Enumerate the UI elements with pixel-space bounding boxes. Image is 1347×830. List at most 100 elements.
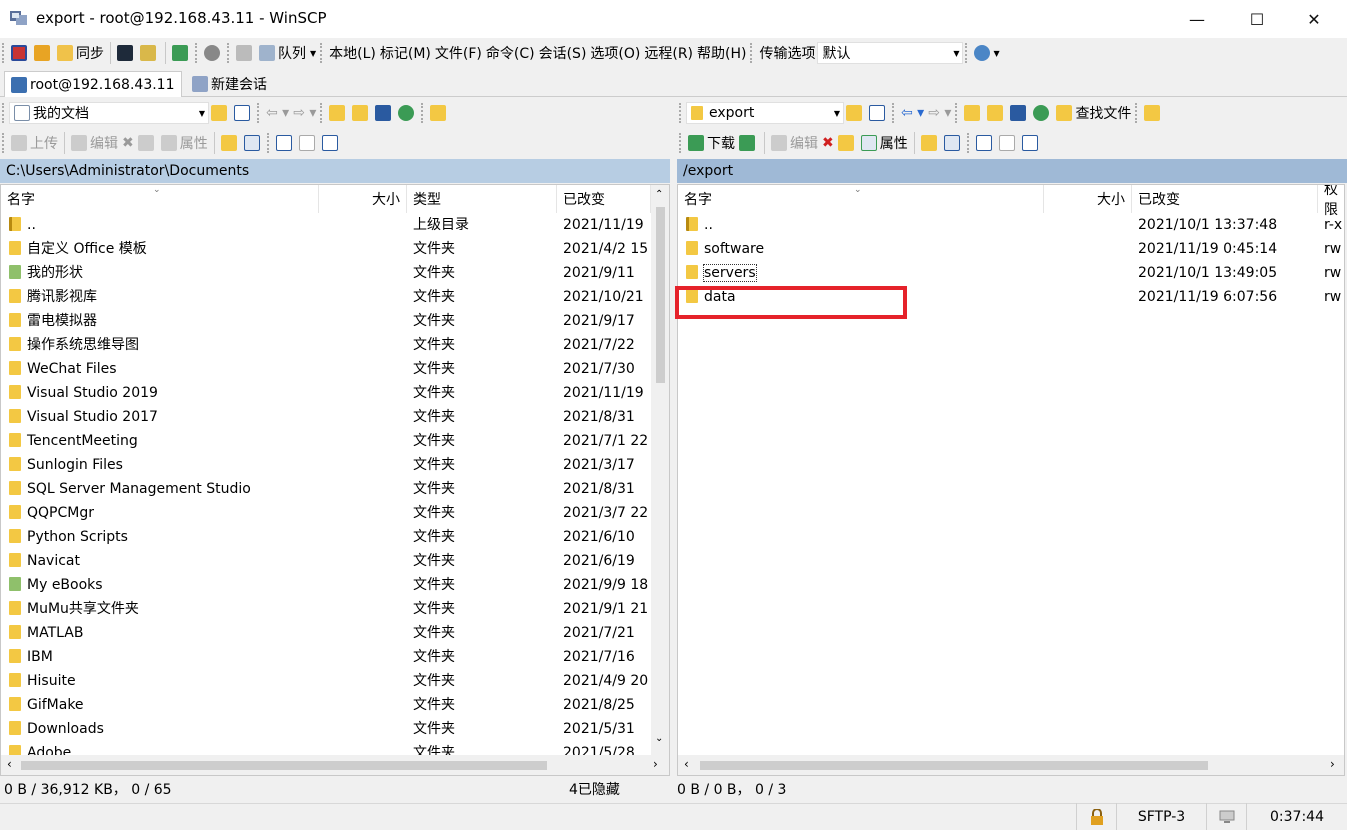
right-open-folder-button[interactable] <box>844 101 867 125</box>
menu-options[interactable]: 选项(O) <box>588 41 642 65</box>
table-row[interactable]: Python Scripts 文件夹 2021/6/10 <box>1 525 651 549</box>
left-col-type[interactable]: 类型 <box>407 185 557 213</box>
right-filter-select-button[interactable] <box>1020 131 1043 155</box>
local-browser-button[interactable] <box>9 41 32 65</box>
table-row[interactable]: GifMake 文件夹 2021/8/25 <box>1 693 651 717</box>
left-file-panel[interactable]: 名字 ⌄ 大小 类型 已改变 .. 上级目录 2021/11/19 自定义 Office… <box>0 184 670 776</box>
menu-local[interactable]: 本地(L) <box>327 41 378 65</box>
right-forward-button[interactable]: ⇨ ▾ <box>926 101 953 125</box>
right-col-changed[interactable]: 已改变 <box>1132 185 1318 213</box>
menu-help[interactable]: 帮助(H) <box>695 41 748 65</box>
download-button[interactable]: 下载 <box>686 131 737 155</box>
transfer-preset-select[interactable]: 默认 ▼ <box>817 42 964 64</box>
menu-session[interactable]: 会话(S) <box>537 41 589 65</box>
right-edit-button[interactable]: 编辑 <box>769 131 820 155</box>
right-new-folder-button[interactable] <box>919 131 942 155</box>
table-row[interactable]: 我的形状 文件夹 2021/9/11 <box>1 261 651 285</box>
left-root-dir-button[interactable] <box>350 101 373 125</box>
table-row[interactable]: software 2021/11/19 0:45:14 rw <box>678 237 1344 261</box>
table-row[interactable]: .. 2021/10/1 13:37:48 r-x <box>678 213 1344 237</box>
right-path-bar[interactable]: /export <box>677 159 1347 183</box>
right-horizontal-scrollbar[interactable]: ‹ › <box>678 755 1344 775</box>
table-row[interactable]: 雷电模拟器 文件夹 2021/9/17 <box>1 309 651 333</box>
queue-button[interactable]: 队列 ▼ <box>257 41 318 65</box>
left-filter-select-button[interactable] <box>320 131 343 155</box>
right-parent-dir-button[interactable] <box>962 101 985 125</box>
global-button[interactable]: ▼ <box>972 41 1001 65</box>
table-row[interactable]: WeChat Files 文件夹 2021/7/30 <box>1 357 651 381</box>
table-row[interactable]: Sunlogin Files 文件夹 2021/3/17 <box>1 453 651 477</box>
table-row[interactable]: Downloads 文件夹 2021/5/31 <box>1 717 651 741</box>
right-refresh-button[interactable] <box>1031 101 1054 125</box>
right-new-file-button[interactable] <box>942 131 965 155</box>
queue-list-button[interactable] <box>234 41 257 65</box>
left-col-size[interactable]: 大小 <box>319 185 407 213</box>
sync-button[interactable]: 同步 <box>55 41 106 65</box>
menu-mark[interactable]: 标记(M) <box>378 41 433 65</box>
left-col-changed[interactable]: 已改变 <box>557 185 651 213</box>
left-new-folder-button[interactable] <box>219 131 242 155</box>
table-row[interactable]: IBM 文件夹 2021/7/16 <box>1 645 651 669</box>
left-open-folder-button[interactable] <box>209 101 232 125</box>
table-row[interactable]: SQL Server Management Studio 文件夹 2021/8/31 <box>1 477 651 501</box>
table-row[interactable]: MATLAB 文件夹 2021/7/21 <box>1 621 651 645</box>
table-row[interactable]: MuMu共享文件夹 文件夹 2021/9/1 21 <box>1 597 651 621</box>
left-vscroll-thumb[interactable] <box>656 207 665 383</box>
right-tree-button[interactable] <box>1142 101 1165 125</box>
left-tree-button[interactable] <box>428 101 451 125</box>
table-row[interactable]: QQPCMgr 文件夹 2021/3/7 22 <box>1 501 651 525</box>
left-properties-button[interactable]: 属性 <box>159 131 210 155</box>
left-parent-dir-button[interactable] <box>327 101 350 125</box>
left-hscroll-thumb[interactable] <box>21 761 547 770</box>
tab-new-session[interactable]: 新建会话 <box>186 71 273 97</box>
table-row[interactable]: 自定义 Office 模板 文件夹 2021/4/2 15 <box>1 237 651 261</box>
menu-remote[interactable]: 远程(R) <box>642 41 695 65</box>
left-filter-button[interactable] <box>232 101 255 125</box>
right-back-button[interactable]: ⇦ ▾ <box>899 101 926 125</box>
close-button[interactable]: ✕ <box>1291 0 1337 38</box>
right-rename-button[interactable] <box>836 131 859 155</box>
table-row[interactable]: TencentMeeting 文件夹 2021/7/1 22 <box>1 429 651 453</box>
right-col-size[interactable]: 大小 <box>1044 185 1132 213</box>
menu-commands[interactable]: 命令(C) <box>484 41 537 65</box>
right-unselect-button[interactable] <box>997 131 1020 155</box>
table-row[interactable]: Visual Studio 2019 文件夹 2021/11/19 <box>1 381 651 405</box>
right-root-dir-button[interactable] <box>985 101 1008 125</box>
compare-button[interactable] <box>32 41 55 65</box>
terminal-button[interactable] <box>115 41 138 65</box>
left-location-select[interactable]: 我的文档 ▼ <box>9 102 209 124</box>
menu-files[interactable]: 文件(F) <box>433 41 484 65</box>
table-row[interactable]: My eBooks 文件夹 2021/9/9 18 <box>1 573 651 597</box>
left-home-button[interactable] <box>373 101 396 125</box>
find-files-button[interactable]: 查找文件 <box>1054 101 1133 125</box>
preferences-button[interactable] <box>202 41 225 65</box>
table-row[interactable]: 腾讯影视库 文件夹 2021/10/21 <box>1 285 651 309</box>
left-horizontal-scrollbar[interactable]: ‹ › <box>1 755 669 775</box>
right-select-all-button[interactable] <box>974 131 997 155</box>
left-refresh-button[interactable] <box>396 101 419 125</box>
putty-button[interactable] <box>138 41 161 65</box>
left-unselect-button[interactable] <box>297 131 320 155</box>
right-location-select[interactable]: export ▼ <box>686 102 844 124</box>
right-properties-button[interactable]: 属性 <box>859 131 910 155</box>
left-rename-button[interactable] <box>136 131 159 155</box>
right-delete-button[interactable]: ✖ <box>820 131 836 155</box>
right-home-button[interactable] <box>1008 101 1031 125</box>
left-path-bar[interactable]: C:\Users\Administrator\Documents <box>0 159 670 183</box>
tab-session[interactable]: root@192.168.43.11 <box>4 71 182 97</box>
table-row[interactable]: Hisuite 文件夹 2021/4/9 20 <box>1 669 651 693</box>
right-filter-button[interactable] <box>867 101 890 125</box>
minimize-button[interactable]: — <box>1174 0 1220 38</box>
left-delete-button[interactable]: ✖ <box>120 131 136 155</box>
table-row[interactable]: Visual Studio 2017 文件夹 2021/8/31 <box>1 405 651 429</box>
right-col-rights[interactable]: 权限 <box>1318 185 1344 218</box>
left-back-button[interactable]: ⇦ ▾ <box>264 101 291 125</box>
right-hscroll-thumb[interactable] <box>700 761 1208 770</box>
upload-button[interactable]: 上传 <box>9 131 60 155</box>
table-row[interactable]: .. 上级目录 2021/11/19 <box>1 213 651 237</box>
left-edit-button[interactable]: 编辑 <box>69 131 120 155</box>
table-row[interactable]: servers 2021/10/1 13:49:05 rw <box>678 261 1344 285</box>
right-col-name[interactable]: 名字 ⌄ <box>678 185 1044 213</box>
left-col-name[interactable]: 名字 ⌄ <box>1 185 319 213</box>
left-select-all-button[interactable] <box>274 131 297 155</box>
